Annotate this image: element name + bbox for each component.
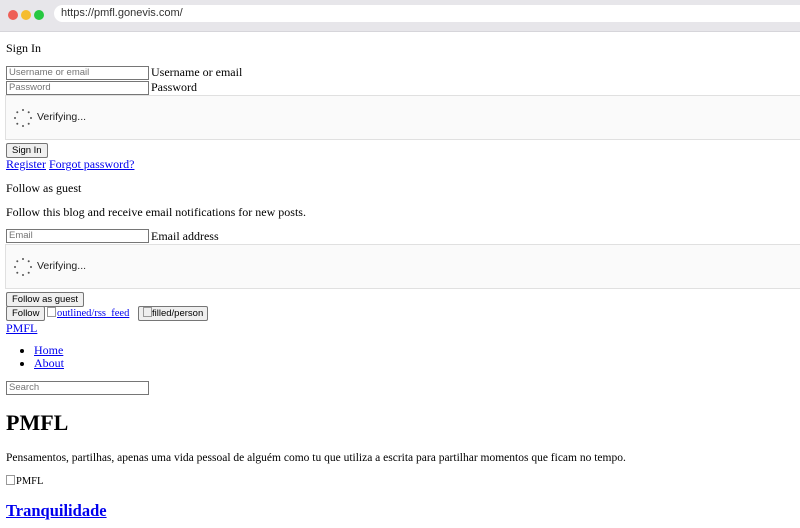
signin-button[interactable]: Sign In [6, 143, 48, 158]
email-label: Email address [151, 229, 219, 243]
search-input[interactable]: Search [6, 381, 149, 395]
password-input[interactable]: Password [6, 81, 149, 95]
browser-chrome: https://pmfl.gonevis.com/ [0, 0, 800, 32]
minimize-window-icon[interactable] [21, 10, 31, 20]
maximize-window-icon[interactable] [34, 10, 44, 20]
broken-image-icon [6, 475, 15, 485]
nav-item-about[interactable]: About [34, 356, 64, 370]
post-title-link[interactable]: Tranquilidade [6, 501, 107, 521]
email-input[interactable]: Email [6, 229, 149, 243]
follow-as-guest-button[interactable]: Follow as guest [6, 292, 85, 307]
site-description: Pensamentos, partilhas, apenas uma vida … [6, 452, 626, 464]
username-label: Username or email [151, 65, 243, 79]
follow-button[interactable]: Follow [6, 306, 46, 321]
forgot-password-link[interactable]: Forgot password? [49, 157, 134, 171]
address-bar[interactable]: https://pmfl.gonevis.com/ [54, 5, 800, 22]
account-button[interactable]: filled/person [138, 306, 209, 321]
cover-image: PMFL [6, 475, 43, 487]
broken-image-icon [143, 307, 152, 317]
captcha-widget[interactable]: Verifying... [5, 95, 800, 140]
rss-feed-icon: outlined/rss_feed [57, 308, 130, 319]
main-nav: Home About [6, 344, 64, 369]
person-icon: filled/person [152, 308, 204, 319]
brand-link[interactable]: PMFL [6, 321, 37, 336]
loading-spinner-icon [14, 109, 32, 127]
guest-description: Follow this blog and receive email notif… [6, 205, 306, 219]
guest-captcha-widget[interactable]: Verifying... [5, 244, 800, 289]
verifying-text: Verifying... [37, 111, 87, 123]
username-input[interactable]: Username or email [6, 66, 149, 80]
nav-link-about[interactable]: About [34, 356, 64, 370]
verifying-text: Verifying... [37, 260, 87, 272]
rss-feed-link[interactable]: outlined/rss_feed [47, 307, 129, 319]
signin-heading: Sign In [6, 41, 42, 55]
broken-image-icon [47, 307, 56, 317]
cover-image-alt: PMFL [16, 476, 44, 487]
site-title: PMFL [6, 410, 69, 435]
password-label: Password [151, 80, 198, 94]
loading-spinner-icon [14, 258, 32, 276]
register-link[interactable]: Register [6, 157, 46, 171]
close-window-icon[interactable] [8, 10, 18, 20]
post-title[interactable]: Tranquilidade [6, 501, 107, 520]
guest-heading: Follow as guest [6, 181, 82, 195]
